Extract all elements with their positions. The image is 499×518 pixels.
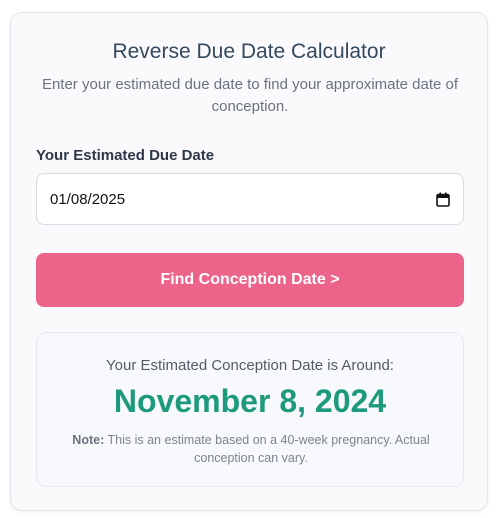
note-body: This is an estimate based on a 40-week p… [107, 433, 430, 465]
result-heading: Your Estimated Conception Date is Around… [106, 357, 394, 374]
note-text: Note: This is an estimate based on a 40-… [57, 431, 445, 467]
due-date-label: Your Estimated Due Date [36, 147, 215, 164]
note-label: Note: [72, 433, 105, 447]
calculator-card: Reverse Due Date Calculator Enter your e… [10, 12, 488, 511]
due-date-value[interactable]: 01/08/2025 [50, 191, 435, 208]
find-conception-date-button[interactable]: Find Conception Date > [36, 253, 464, 307]
conception-date: November 8, 2024 [113, 383, 387, 419]
page-title: Reverse Due Date Calculator [112, 40, 386, 63]
due-date-input[interactable]: 01/08/2025 [36, 173, 464, 225]
result-panel: Your Estimated Conception Date is Around… [36, 332, 464, 487]
calendar-icon[interactable] [435, 191, 451, 207]
page-subtitle: Enter your estimated due date to find yo… [41, 76, 459, 115]
